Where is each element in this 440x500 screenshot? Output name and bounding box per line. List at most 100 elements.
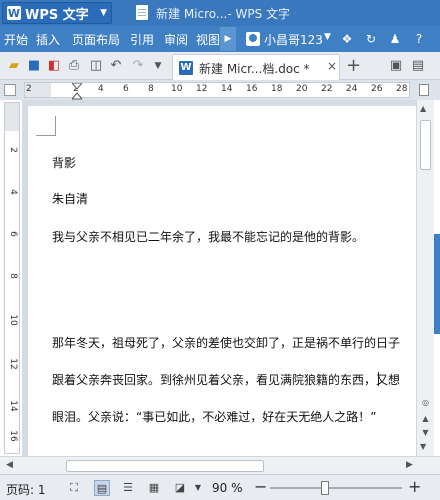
read-view-icon[interactable]: ◪ — [172, 480, 188, 496]
export-pdf-icon[interactable]: ◧ — [46, 58, 62, 74]
vruler-number: 6 — [8, 231, 18, 237]
document-tab-label: 新建 Micr...档.doc * — [199, 62, 310, 76]
tab-menu-icon[interactable]: ▤ — [410, 58, 426, 74]
doc-line[interactable]: 朱自清 — [52, 190, 88, 207]
menu-insert[interactable]: 插入 — [36, 31, 60, 48]
ruler-number: 4 — [98, 84, 104, 94]
user-avatar-icon[interactable] — [246, 32, 260, 46]
document-page[interactable]: 背影 朱自清 我与父亲不相见已二年余了，我最不能忘记的是他的背影。 那年冬天，祖… — [28, 106, 416, 456]
doc-line[interactable]: 那年冬天，祖母死了，父亲的差使也交卸了，正是祸不单行的日子 — [52, 334, 400, 351]
next-page-icon[interactable]: ▼ — [420, 428, 431, 440]
previous-page-icon[interactable]: ▲ — [420, 414, 431, 426]
menu-review[interactable]: 审阅 — [164, 31, 188, 48]
document-canvas: 背影 朱自清 我与父亲不相见已二年余了，我最不能忘记的是他的背影。 那年冬天，祖… — [22, 100, 416, 456]
zoom-level[interactable]: 90 % — [212, 481, 243, 495]
ruler-number: 28 — [396, 84, 408, 94]
save-icon[interactable]: ■ — [26, 58, 42, 74]
user-name[interactable]: 小昌哥123 — [264, 31, 323, 48]
doc-line[interactable]: 我与父亲不相见已二年余了，我最不能忘记的是他的背影。 — [52, 228, 364, 245]
indent-marker-icon[interactable] — [72, 83, 82, 101]
title-bar: W WPS 文字 ▼ 新建 Micro...- WPS 文字 — [0, 0, 440, 26]
ruler-number: 12 — [196, 84, 208, 94]
horizontal-scroll-thumb[interactable] — [66, 460, 264, 472]
margin-corner-mark — [36, 116, 56, 136]
select-browse-object-icon[interactable]: ◎ — [420, 398, 431, 410]
wps-logo-icon: W — [7, 6, 21, 20]
chevron-down-icon: ▼ — [100, 8, 107, 18]
vruler-number: 8 — [8, 273, 18, 279]
vruler-number: 10 — [8, 314, 18, 326]
vertical-ruler-margin — [5, 103, 19, 131]
vertical-scroll-thumb[interactable] — [420, 120, 431, 170]
window-title: 新建 Micro...- WPS 文字 — [156, 7, 291, 21]
redo-icon[interactable]: ↷ — [130, 58, 146, 74]
ruler-number: 8 — [148, 84, 154, 94]
outline-view-icon[interactable]: ☰ — [120, 480, 136, 496]
menu-start[interactable]: 开始 — [4, 31, 28, 48]
open-folder-icon[interactable]: ▰ — [6, 58, 22, 74]
refresh-icon[interactable]: ↻ — [364, 32, 378, 46]
zoom-in-button[interactable]: + — [408, 477, 421, 496]
vruler-number: 4 — [8, 189, 18, 195]
scroll-up-icon[interactable]: ▲ — [420, 104, 426, 113]
vertical-scrollbar[interactable]: ▲ ◎ ▲ ▼ ▼ — [416, 100, 434, 456]
doc-line[interactable]: 背影 — [52, 154, 76, 171]
skin-icon[interactable]: ❖ — [340, 32, 354, 46]
menu-page-layout[interactable]: 页面布局 — [72, 31, 120, 48]
ruler-toggle-icon[interactable] — [419, 84, 429, 96]
new-tab-button[interactable]: + — [346, 55, 361, 76]
undo-icon[interactable]: ↶ — [108, 58, 124, 74]
ruler-number: 20 — [296, 84, 308, 94]
scroll-right-icon[interactable]: ▶ — [406, 460, 413, 470]
ruler-number: 14 — [221, 84, 233, 94]
ruler-number: 18 — [271, 84, 283, 94]
ruler-number: 26 — [371, 84, 383, 94]
tab-stop-selector[interactable] — [4, 84, 16, 96]
ruler-number: 2 — [26, 84, 32, 94]
vruler-number: 12 — [8, 358, 18, 370]
quick-access-toolbar: ▰ ■ ◧ ⎙ ◫ ↶ ↷ ▼ W 新建 Micr...档.doc * × + … — [0, 52, 440, 80]
ruler-number: 6 — [123, 84, 129, 94]
doc-line[interactable]: 眼泪。父亲说：“事已如此，不必难过，好在天无绝人之路！” — [52, 408, 376, 425]
wps-app-menu-button[interactable]: W WPS 文字 ▼ — [2, 2, 112, 24]
status-bar: 页码: 1 ⛶ ▤ ☰ ▦ ◪ ▼ 90 % − + — [0, 474, 440, 500]
scroll-left-icon[interactable]: ◀ — [6, 460, 13, 470]
view-dropdown-icon[interactable]: ▼ — [190, 480, 206, 496]
zoom-slider-thumb[interactable] — [321, 481, 330, 495]
vruler-number: 2 — [8, 147, 18, 153]
app-name: WPS 文字 — [25, 7, 89, 23]
ruler-number: 24 — [346, 84, 358, 94]
horizontal-scrollbar[interactable]: ◀ ▶ — [0, 456, 440, 474]
menu-bar: 开始 插入 页面布局 引用 审阅 视图 ▶ 小昌哥123 ▼ ❖ ↻ ♟ ? — [0, 26, 440, 52]
toolbar-dropdown-icon[interactable]: ▼ — [150, 58, 166, 74]
ruler-area: 2 2 4 6 8 10 12 14 16 18 20 22 24 26 28 — [0, 80, 440, 100]
page-indicator[interactable]: 页码: 1 — [6, 481, 46, 498]
menu-view[interactable]: 视图 — [196, 31, 220, 48]
zoom-slider-track[interactable] — [270, 487, 402, 489]
close-icon[interactable]: × — [327, 59, 337, 73]
side-panel-tab[interactable] — [434, 234, 440, 334]
page-view-icon[interactable]: ▤ — [94, 480, 110, 496]
vertical-ruler: 2 4 6 8 10 12 14 16 — [4, 102, 20, 454]
help-icon[interactable]: ? — [412, 32, 426, 46]
print-icon[interactable]: ⎙ — [66, 58, 82, 74]
vruler-number: 14 — [8, 400, 18, 412]
text-cursor — [378, 372, 379, 386]
document-tab[interactable]: W 新建 Micr...档.doc * × — [172, 54, 340, 80]
web-view-icon[interactable]: ▦ — [146, 480, 162, 496]
full-screen-icon[interactable]: ⛶ — [66, 480, 82, 496]
doc-type-icon: W — [179, 61, 193, 75]
menu-references[interactable]: 引用 — [130, 31, 154, 48]
zoom-out-button[interactable]: − — [254, 477, 267, 496]
scroll-down-icon[interactable]: ▼ — [420, 442, 426, 451]
ruler-number: 16 — [246, 84, 258, 94]
ruler-number: 10 — [171, 84, 183, 94]
doc-line[interactable]: 跟着父亲奔丧回家。到徐州见着父亲，看见满院狼籍的东西，又想 — [52, 371, 400, 388]
ruler-number: 22 — [321, 84, 333, 94]
window-list-icon[interactable]: ▣ — [388, 58, 404, 74]
shirt-icon[interactable]: ♟ — [388, 32, 402, 46]
user-chevron-down-icon[interactable]: ▼ — [324, 32, 331, 42]
horizontal-ruler[interactable]: 2 2 4 6 8 10 12 14 16 18 20 22 24 26 28 — [24, 82, 410, 101]
menu-more-arrow-icon[interactable]: ▶ — [220, 27, 236, 51]
print-preview-icon[interactable]: ◫ — [88, 58, 104, 74]
